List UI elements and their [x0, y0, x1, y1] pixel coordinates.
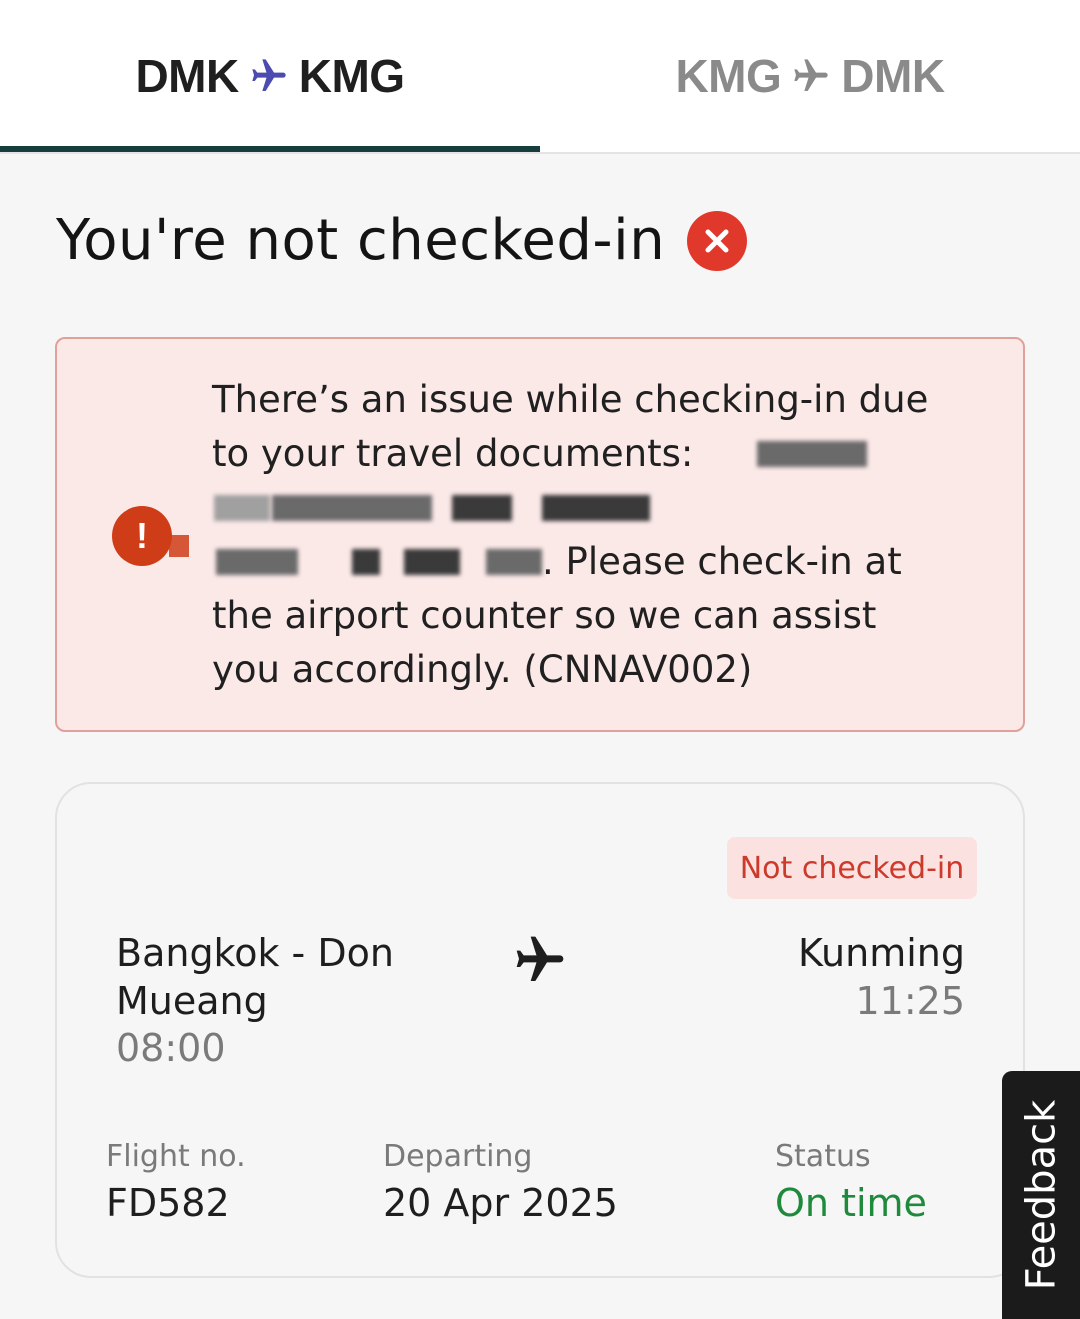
- tab-return-from: KMG: [675, 50, 782, 102]
- alert-line-6: you accordingly. (CNNAV002): [212, 648, 753, 691]
- alert-line-5: the airport counter so we can assist: [212, 594, 877, 637]
- alert-line-2: to your travel documents:: [212, 427, 982, 481]
- flight-no-label: Flight no.: [106, 1139, 246, 1174]
- tab-return[interactable]: KMG DMK: [540, 0, 1080, 152]
- redacted-text: [542, 495, 650, 521]
- alert-line-3-redacted: [212, 481, 982, 535]
- alert-line-2-text: to your travel documents:: [212, 432, 694, 475]
- redacted-text: [404, 549, 460, 575]
- alert-line-4: . Please check-in at: [212, 535, 982, 589]
- exclamation-icon-tail: [169, 535, 189, 557]
- route-tabs: DMK KMG KMG DMK: [0, 0, 1080, 154]
- arrival-time: 11:25: [855, 979, 965, 1023]
- departure-time: 08:00: [116, 1026, 226, 1070]
- checkin-status-badge: Not checked-in: [727, 837, 977, 899]
- feedback-button[interactable]: Feedback: [1002, 1071, 1080, 1319]
- departing-value: 20 Apr 2025: [383, 1181, 618, 1225]
- redacted-text: [352, 549, 380, 575]
- exclamation-icon: !: [112, 506, 172, 566]
- redacted-text: [272, 495, 432, 521]
- redacted-text: [216, 549, 298, 575]
- plane-icon: [791, 56, 831, 96]
- redacted-text: [757, 441, 867, 467]
- tab-outbound-from: DMK: [135, 50, 239, 102]
- flight-card: Not checked-in Bangkok - Don Mueang 08:0…: [55, 782, 1025, 1278]
- alert-line-4-text: . Please check-in at: [542, 540, 902, 583]
- tab-outbound-to: KMG: [298, 50, 405, 102]
- destination-city: Kunming: [798, 931, 965, 975]
- close-icon: [687, 210, 748, 271]
- departing-label: Departing: [383, 1139, 533, 1174]
- redacted-text: [214, 495, 270, 521]
- checkin-status-heading: You're not checked-in: [56, 208, 748, 273]
- tab-return-to: DMK: [841, 50, 945, 102]
- active-tab-indicator: [0, 146, 540, 152]
- origin-city: Bangkok - Don Mueang: [116, 931, 394, 1023]
- checkin-error-alert: ! There’s an issue while checking-in due…: [55, 337, 1025, 732]
- plane-icon: [249, 56, 289, 96]
- feedback-label: Feedback: [1018, 1099, 1064, 1291]
- flight-status-value: On time: [775, 1181, 927, 1225]
- page-title: You're not checked-in: [56, 208, 666, 273]
- status-label: Status: [775, 1139, 871, 1174]
- airplane-icon: [512, 932, 568, 992]
- alert-line-1: There’s an issue while checking-in due: [212, 378, 929, 421]
- tab-outbound[interactable]: DMK KMG: [0, 0, 540, 152]
- redacted-text: [452, 495, 512, 521]
- redacted-text: [486, 549, 542, 575]
- flight-no-value: FD582: [106, 1181, 230, 1225]
- alert-message: There’s an issue while checking-in due t…: [212, 373, 982, 697]
